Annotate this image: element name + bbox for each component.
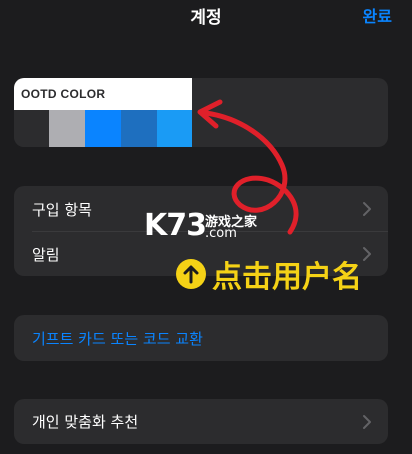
page-title: 계정 — [190, 8, 222, 28]
annotation-text: 点击用户名 — [212, 260, 362, 295]
personalized-recommendations-row[interactable]: 개인 맞춤화 추천 — [14, 399, 388, 444]
row-label: 알림 — [32, 245, 60, 264]
color-swatch — [121, 110, 157, 147]
done-button[interactable]: 완료 — [363, 3, 392, 27]
settings-group-gift-card: 기프트 카드 또는 코드 교환 — [14, 315, 388, 361]
settings-group-personalization: 개인 맞춤화 추천 — [14, 399, 388, 444]
account-card[interactable]: OOTD COLOR — [14, 78, 388, 147]
account-name-label: OOTD COLOR — [14, 78, 192, 110]
arrow-up-circle-icon — [176, 259, 206, 289]
chevron-right-icon — [363, 247, 371, 261]
navigation-bar: 계정 완료 — [0, 0, 412, 36]
chevron-right-icon — [363, 415, 371, 429]
color-swatch — [157, 110, 192, 147]
color-swatch — [14, 110, 49, 147]
row-label: 구입 항목 — [32, 200, 92, 219]
row-label: 기프트 카드 또는 코드 교환 — [32, 329, 203, 348]
watermark-logo: K73 — [144, 208, 207, 243]
watermark-domain: .com — [205, 226, 237, 241]
row-label: 개인 맞춤화 추천 — [32, 413, 139, 431]
chevron-right-icon — [363, 202, 371, 216]
redeem-gift-card-row[interactable]: 기프트 카드 또는 코드 교환 — [14, 315, 388, 361]
color-swatch-row — [14, 110, 192, 147]
color-swatch — [85, 110, 121, 147]
annotation-callout: 点击用户名 — [176, 254, 362, 295]
color-swatch — [49, 110, 85, 147]
